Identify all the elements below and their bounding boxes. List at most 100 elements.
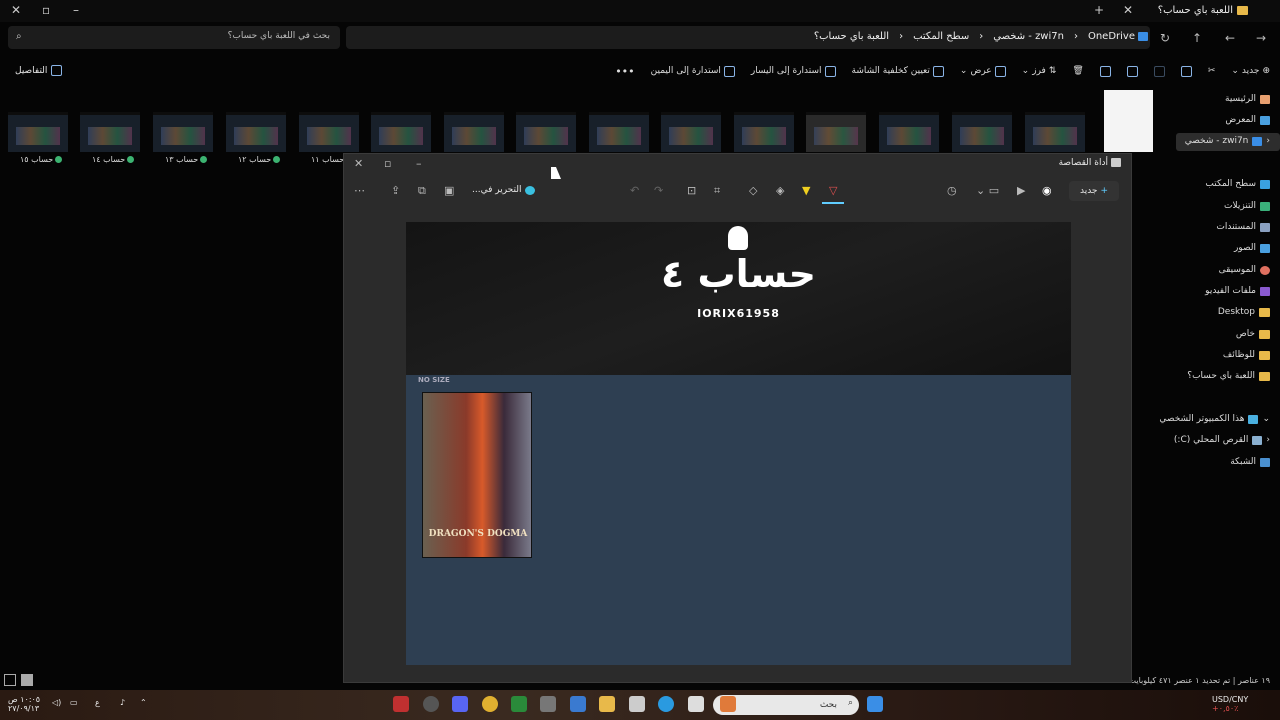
save-icon[interactable]: ▣ bbox=[444, 184, 454, 197]
more-button[interactable]: ••• bbox=[615, 65, 634, 78]
share-icon[interactable]: ⇪ bbox=[391, 184, 400, 197]
file-thumbnail[interactable] bbox=[444, 112, 504, 152]
sidebar-item-desktop-en[interactable]: Desktop bbox=[1218, 307, 1270, 317]
file-thumbnail[interactable] bbox=[661, 112, 721, 152]
chevron-up-icon[interactable]: ⌃ bbox=[140, 698, 147, 707]
new-tab-button[interactable]: + bbox=[1094, 3, 1104, 17]
rotate-left-button[interactable]: استدارة إلى اليسار bbox=[751, 65, 836, 77]
crop-icon[interactable]: ⌗ bbox=[714, 184, 720, 198]
sidebar-item-desktop[interactable]: سطح المكتب bbox=[1205, 179, 1270, 189]
sidebar-item-this-pc[interactable]: ⌄ هذا الكمبيوتر الشخصي bbox=[1159, 414, 1270, 424]
tiles-view-button[interactable] bbox=[21, 674, 33, 686]
app-icon[interactable] bbox=[423, 696, 439, 712]
set-wallpaper-button[interactable]: تعيين كخلفية الشاشة bbox=[852, 65, 944, 77]
breadcrumb-current[interactable]: اللعبة باي حساب؟ bbox=[814, 31, 889, 42]
snipping-app-icon[interactable] bbox=[393, 696, 409, 712]
view-button[interactable]: عرض ⌄ bbox=[960, 65, 1006, 77]
tab-title[interactable]: اللعبة باي حساب؟ bbox=[1158, 5, 1248, 16]
file-explorer-icon[interactable] bbox=[599, 696, 615, 712]
sidebar-item-onedrive[interactable]: ‹ zwi7n - شخصي bbox=[1185, 136, 1270, 146]
snip-mode-icon[interactable]: ⌄ ▭ bbox=[976, 184, 999, 197]
timer-icon[interactable]: ◷ bbox=[947, 184, 957, 197]
start-icon[interactable] bbox=[867, 696, 883, 712]
rename-icon[interactable] bbox=[1126, 65, 1138, 77]
undo-icon[interactable]: ↶ bbox=[630, 184, 639, 197]
back-button[interactable]: → bbox=[1256, 31, 1266, 45]
delete-icon[interactable]: 🗑 bbox=[1072, 66, 1083, 76]
currency-widget[interactable]: USD/CNY +٠,٥٠٪ bbox=[1212, 695, 1248, 713]
sidebar-item-local-disk[interactable]: ‹ القرص المحلي (C:) bbox=[1174, 435, 1270, 445]
sidebar-item-home[interactable]: الرئيسية bbox=[1225, 94, 1270, 104]
redo-icon[interactable]: ↷ bbox=[654, 184, 663, 197]
details-button[interactable]: التفاصيل bbox=[15, 65, 63, 76]
language-indicator[interactable]: ع bbox=[95, 698, 100, 707]
vpn-icon[interactable] bbox=[570, 696, 586, 712]
nvidia-icon[interactable] bbox=[511, 696, 527, 712]
sort-button[interactable]: ⇅ فرز ⌄ bbox=[1022, 66, 1057, 76]
edit-in-button[interactable]: التحرير في... bbox=[472, 185, 536, 195]
sidebar-item-gallery[interactable]: المعرض bbox=[1225, 115, 1270, 125]
file-thumbnail-selected[interactable] bbox=[806, 112, 866, 152]
file-thumbnail[interactable] bbox=[589, 112, 649, 152]
sidebar-item-game[interactable]: اللعبة باي حساب؟ bbox=[1187, 371, 1270, 381]
store-icon[interactable] bbox=[629, 696, 645, 712]
document-thumbnail[interactable] bbox=[1104, 90, 1153, 152]
copy-icon[interactable]: ⧉ bbox=[418, 184, 426, 198]
details-view-button[interactable] bbox=[4, 674, 16, 686]
breadcrumb-onedrive[interactable]: OneDrive bbox=[1088, 31, 1148, 42]
volume-icon[interactable]: ◁) bbox=[52, 698, 61, 707]
text-actions-icon[interactable]: ⊡ bbox=[687, 184, 696, 197]
file-thumbnail[interactable] bbox=[8, 112, 68, 152]
file-thumbnail[interactable] bbox=[734, 112, 794, 152]
sidebar-item-private[interactable]: خاص bbox=[1236, 329, 1270, 339]
file-thumbnail[interactable] bbox=[1025, 112, 1085, 152]
widget-icon[interactable] bbox=[720, 696, 736, 712]
file-thumbnail[interactable] bbox=[80, 112, 140, 152]
network-icon[interactable]: ▭ bbox=[70, 698, 78, 707]
camera-mode-icon[interactable]: ◉ bbox=[1042, 184, 1052, 197]
eraser-icon[interactable]: ◈ bbox=[776, 184, 784, 197]
file-thumbnail[interactable] bbox=[153, 112, 213, 152]
microphone-icon[interactable]: ♪ bbox=[120, 698, 125, 707]
file-thumbnail[interactable] bbox=[879, 112, 939, 152]
close-button[interactable]: ✕ bbox=[11, 3, 21, 17]
minimize-button[interactable]: – bbox=[416, 157, 422, 170]
up-button[interactable]: ↑ bbox=[1192, 31, 1202, 45]
file-thumbnail[interactable] bbox=[952, 112, 1012, 152]
sidebar-item-downloads[interactable]: التنزيلات bbox=[1224, 201, 1270, 211]
tab-close-button[interactable]: ✕ bbox=[1123, 3, 1133, 17]
edge-icon[interactable] bbox=[658, 696, 674, 712]
app-icon[interactable] bbox=[540, 696, 556, 712]
more-icon[interactable]: ⋯ bbox=[354, 184, 365, 197]
pen-icon[interactable]: ▽ bbox=[829, 184, 837, 197]
discord-icon[interactable] bbox=[452, 696, 468, 712]
share-icon[interactable] bbox=[1099, 65, 1111, 77]
minimize-button[interactable]: – bbox=[73, 3, 79, 17]
close-button[interactable]: ✕ bbox=[354, 157, 363, 170]
refresh-button[interactable]: ↻ bbox=[1160, 31, 1170, 45]
file-thumbnail[interactable] bbox=[516, 112, 576, 152]
highlighter-icon[interactable]: ▼ bbox=[802, 184, 810, 197]
maximize-button[interactable]: ▫ bbox=[42, 3, 50, 17]
copy-icon[interactable] bbox=[1180, 65, 1192, 77]
sidebar-item-pictures[interactable]: الصور bbox=[1234, 243, 1270, 253]
cut-icon[interactable]: ✂ bbox=[1208, 66, 1216, 76]
video-mode-icon[interactable]: ▶ bbox=[1017, 184, 1025, 197]
rotate-right-button[interactable]: استدارة إلى اليمين bbox=[651, 65, 735, 77]
maximize-button[interactable]: ▫ bbox=[384, 157, 391, 170]
file-thumbnail[interactable] bbox=[371, 112, 431, 152]
file-thumbnail[interactable] bbox=[299, 112, 359, 152]
chrome-icon[interactable] bbox=[482, 696, 498, 712]
sidebar-item-music[interactable]: الموسيقى bbox=[1219, 265, 1270, 275]
shapes-icon[interactable]: ◇ bbox=[749, 184, 757, 197]
sidebar-item-jobs[interactable]: للوظائف bbox=[1223, 350, 1270, 360]
forward-button[interactable]: ← bbox=[1225, 31, 1235, 45]
app-icon[interactable] bbox=[688, 696, 704, 712]
sidebar-item-videos[interactable]: ملفات الفيديو bbox=[1205, 286, 1270, 296]
sidebar-item-network[interactable]: الشبكة bbox=[1230, 457, 1270, 467]
clock[interactable]: ١٠:٠٥ ص ٢٧/٠٩/١٣ bbox=[8, 695, 40, 713]
breadcrumb-personal[interactable]: zwi7n - شخصي bbox=[993, 31, 1064, 42]
sidebar-item-documents[interactable]: المستندات bbox=[1216, 222, 1270, 232]
paste-icon[interactable] bbox=[1153, 65, 1165, 77]
breadcrumb-desktop[interactable]: سطح المكتب bbox=[913, 31, 969, 42]
